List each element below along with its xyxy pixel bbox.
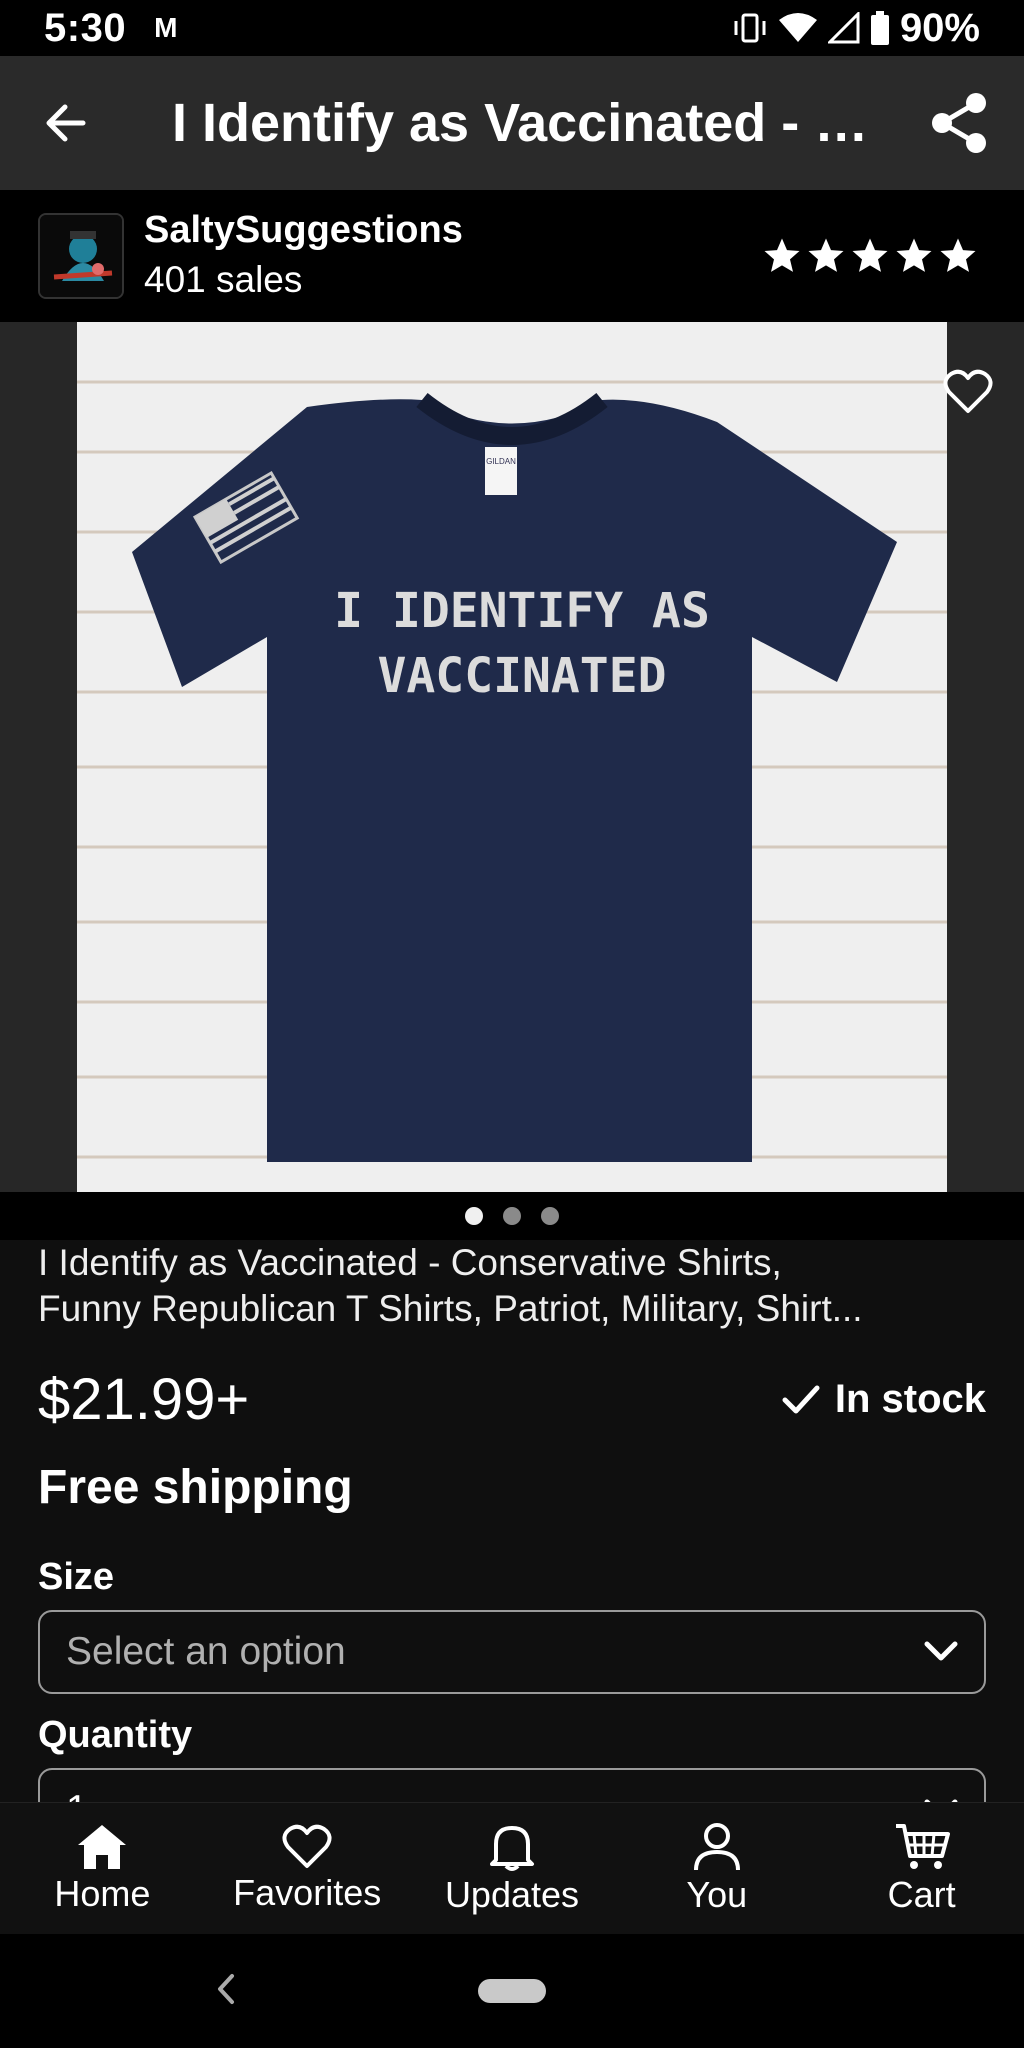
size-select[interactable]: Select an option [38,1610,986,1694]
page-dot[interactable] [541,1207,559,1225]
system-back-icon[interactable] [210,1966,240,2012]
product-title-line2: Funny Republican T Shirts, Patriot, Mili… [38,1288,863,1329]
nav-favorites-label: Favorites [233,1871,382,1913]
nav-you-label: You [686,1873,748,1915]
shop-name[interactable]: SaltySuggestions [144,206,463,254]
home-icon [78,1824,127,1869]
heart-icon [943,369,993,413]
product-photo[interactable]: GILDAN I IDENTIFY AS VACCINATED [77,322,947,1192]
battery-icon [870,11,889,45]
nav-updates-label: Updates [444,1873,580,1915]
product-gallery[interactable]: GILDAN I IDENTIFY AS VACCINATED [0,322,1024,1192]
stock-label: In stock [834,1377,986,1421]
wifi-icon [778,13,817,42]
status-bar: 5:30 M 90% [0,0,1024,56]
shop-sales-count: 401 sales [144,259,303,300]
page-dot-active[interactable] [465,1207,483,1225]
tshirt-image: GILDAN I IDENTIFY AS VACCINATED [77,322,947,1192]
bell-icon [489,1825,534,1871]
star-icon [852,238,888,272]
arrow-left-icon [46,104,86,142]
product-title-line1: I Identify as Vaccinated - Conservative … [38,1242,782,1283]
system-home-pill[interactable] [478,1979,546,2003]
checkmark-icon [782,1385,820,1413]
gallery-page-indicator [0,1192,1024,1240]
favorite-button[interactable] [940,364,996,420]
share-icon [932,93,986,153]
star-icon [808,238,844,272]
nav-home[interactable]: Home [0,1803,205,1934]
shop-header[interactable]: SaltySuggestions 401 sales [0,190,1024,322]
shop-avatar[interactable] [38,213,124,299]
gmail-icon: M [154,12,178,43]
bottom-navigation: Home Favorites Updates You Cart [0,1802,1024,1934]
nav-home-label: Home [54,1872,151,1914]
user-icon [693,1822,740,1870]
shipping-label: Free shipping [38,1461,353,1514]
status-icons: 90% [732,6,980,51]
shirt-print-line2: VACCINATED [378,648,667,704]
size-select-value: Select an option [66,1630,346,1673]
product-title: I Identify as Vaccinated - Conservative … [38,1240,988,1332]
size-label: Size [38,1556,115,1598]
nav-updates[interactable]: Updates [410,1803,615,1934]
star-icon [764,238,800,272]
cart-icon [895,1823,950,1869]
signal-icon [827,12,860,44]
quantity-label: Quantity [38,1714,193,1756]
shop-rating [762,236,978,276]
page-title: I Identify as Vaccinated - Conservative … [172,93,892,153]
chevron-down-icon [924,1641,958,1661]
nav-cart[interactable]: Cart [819,1803,1024,1934]
system-navigation-bar [0,1934,1024,2048]
page-dot[interactable] [503,1207,521,1225]
product-price: $21.99+ [38,1367,250,1432]
back-button[interactable] [0,56,130,190]
stock-status: In stock [781,1377,986,1422]
heart-icon [282,1824,332,1868]
status-time: 5:30 [44,5,127,50]
nav-you[interactable]: You [614,1803,819,1934]
shirt-print-line1: I IDENTIFY AS [334,583,710,639]
star-icon [896,238,932,272]
star-icon [940,238,976,272]
shop-logo-image [40,215,122,297]
battery-percent: 90% [899,5,980,50]
price-row: $21.99+ In stock [38,1366,986,1433]
share-button[interactable] [894,56,1024,190]
nav-favorites[interactable]: Favorites [205,1803,410,1934]
nav-cart-label: Cart [887,1873,956,1915]
shop-info: SaltySuggestions 401 sales [144,206,463,306]
vibrate-icon [734,13,766,43]
shirt-tag-text: GILDAN [486,457,516,466]
app-bar: I Identify as Vaccinated - Conservative … [0,56,1024,190]
